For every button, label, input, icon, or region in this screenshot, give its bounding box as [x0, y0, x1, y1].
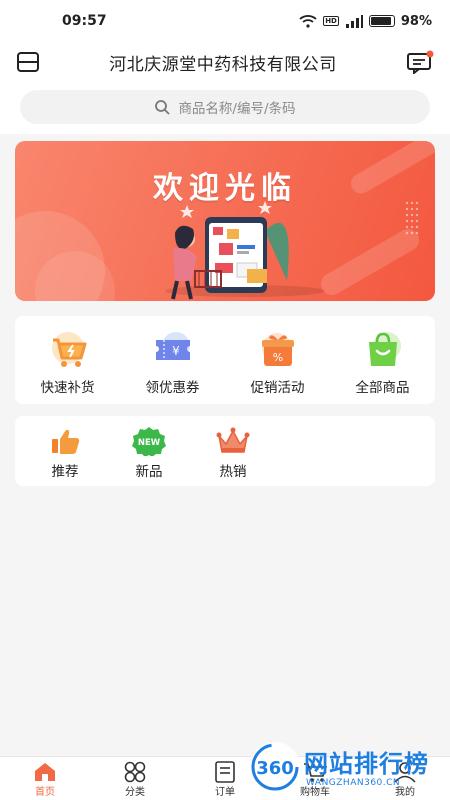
scan-icon[interactable]	[16, 51, 40, 73]
status-bar: 09:57 HD 98%	[0, 0, 450, 42]
coupon-icon: ¥	[155, 332, 190, 360]
page-title: 河北庆源堂中药科技有限公司	[109, 54, 337, 75]
thumbs-up-icon	[52, 429, 80, 454]
watermark-logo: 360	[250, 742, 300, 792]
category-row: 推荐 NEW 新品 热销	[15, 416, 435, 486]
quick-entry-label: 促销活动	[250, 380, 305, 396]
gift-box-icon: %	[261, 333, 294, 366]
quick-entry-grid: 快速补货 ¥ 领优惠券 % 促销活动 全部商品	[15, 316, 435, 404]
site-watermark: 360 网站排行榜 WANGZHAN360.CN	[248, 736, 448, 800]
shopping-cart-icon	[51, 332, 86, 367]
tab-label: 订单	[215, 787, 235, 798]
svg-text:360: 360	[256, 758, 294, 779]
promotion-entry[interactable]: % 促销活动	[225, 316, 330, 404]
search-icon	[155, 100, 171, 115]
watermark-sub: WANGZHAN360.CN	[306, 778, 401, 788]
quick-entry-label: 领优惠券	[145, 380, 200, 396]
crown-icon	[216, 427, 250, 453]
tab-label: 首页	[35, 787, 55, 798]
hd-badge: HD	[323, 16, 339, 26]
quick-restock-entry[interactable]: 快速补货	[15, 316, 120, 404]
search-input[interactable]: 商品名称/编号/条码	[20, 90, 430, 124]
app-header: 河北庆源堂中药科技有限公司	[0, 42, 450, 82]
tab-category[interactable]: 分类	[90, 757, 180, 800]
wifi-icon	[299, 15, 317, 28]
recommend-entry[interactable]: 推荐	[23, 416, 107, 486]
new-products-entry[interactable]: NEW 新品	[107, 416, 191, 486]
home-icon	[35, 763, 55, 781]
category-label: 热销	[219, 464, 247, 480]
hot-sale-entry[interactable]: 热销	[191, 416, 275, 486]
category-label: 推荐	[51, 464, 79, 480]
shopping-bag-icon	[368, 332, 401, 366]
tab-label: 分类	[125, 787, 145, 798]
svg-text:%: %	[272, 351, 282, 364]
new-badge-icon: NEW	[132, 427, 166, 456]
battery-level: 98%	[400, 13, 432, 29]
search-placeholder: 商品名称/编号/条码	[178, 101, 296, 117]
svg-text:¥: ¥	[172, 344, 180, 358]
battery-icon	[368, 15, 395, 27]
quick-entry-label: 全部商品	[355, 380, 410, 396]
banner-headline: 欢迎光临	[153, 171, 297, 206]
coupon-entry[interactable]: ¥ 领优惠券	[120, 316, 225, 404]
watermark-text: 网站排行榜	[304, 750, 429, 778]
welcome-banner[interactable]: 欢迎光临	[15, 141, 435, 301]
category-label: 新品	[135, 464, 163, 480]
tab-home[interactable]: 首页	[0, 757, 90, 800]
all-products-entry[interactable]: 全部商品	[330, 316, 435, 404]
quick-entry-label: 快速补货	[40, 380, 95, 396]
grid-icon	[124, 761, 146, 783]
message-icon[interactable]	[406, 50, 434, 74]
order-icon	[215, 761, 235, 783]
new-badge-text: NEW	[138, 438, 161, 448]
status-time: 09:57	[62, 13, 107, 29]
search-area: 商品名称/编号/条码	[0, 82, 450, 134]
signal-icon	[345, 14, 363, 28]
